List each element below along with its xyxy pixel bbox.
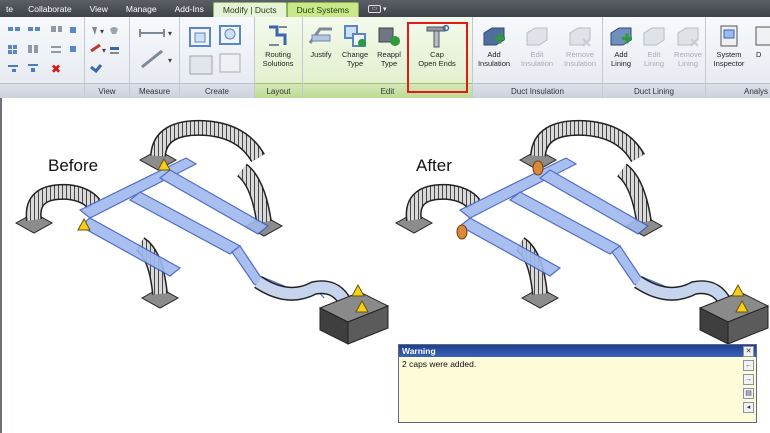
warning-dialog: Warning 2 caps were added. ✕ ← → ▤ ◂ bbox=[398, 344, 757, 423]
warning-dialog-controls: ✕ ← → ▤ ◂ bbox=[743, 346, 755, 422]
panel-measure-label: Measure bbox=[130, 83, 179, 98]
modify-tools-icons[interactable]: ✖ bbox=[6, 23, 82, 79]
change-type-icon bbox=[344, 25, 366, 47]
svg-text:▾: ▾ bbox=[168, 56, 172, 65]
ribbon-tab-bar: te Collaborate View Manage Add-Ins Modif… bbox=[0, 0, 770, 17]
svg-text:✖: ✖ bbox=[51, 62, 61, 76]
panel-duct-insulation-label: Duct Insulation bbox=[473, 83, 602, 98]
reapply-type-icon bbox=[378, 27, 400, 46]
warning-title: Warning bbox=[399, 345, 756, 357]
truncated-analysis-button[interactable]: D bbox=[752, 21, 770, 79]
panel-modify-label bbox=[0, 83, 84, 98]
edit-lining-icon bbox=[643, 27, 665, 46]
remove-insulation-icon bbox=[569, 27, 591, 47]
panel-duct-lining: Add Lining Edit Lining Remove Lining Duc… bbox=[603, 17, 706, 98]
panel-analysis: System Inspector D Analys bbox=[706, 17, 770, 98]
add-insulation-button[interactable]: Add Insulation bbox=[473, 21, 515, 79]
drawing-canvas[interactable]: Before After Warning 2 caps were added. … bbox=[0, 98, 770, 433]
tab-overflow[interactable]: ▭ ▾ bbox=[359, 0, 396, 17]
tab-truncated[interactable]: te bbox=[0, 0, 19, 17]
panel-analysis-label: Analys bbox=[706, 83, 770, 98]
justify-button[interactable]: Justify bbox=[303, 21, 339, 79]
tab-add-ins[interactable]: Add-Ins bbox=[166, 0, 213, 17]
reapply-type-button[interactable]: Reappl Type bbox=[371, 21, 407, 79]
remove-insulation-button[interactable]: Remove Insulation bbox=[559, 21, 601, 79]
previous-icon[interactable]: ← bbox=[743, 360, 754, 371]
routing-solutions-icon bbox=[269, 25, 287, 46]
svg-text:▾: ▾ bbox=[102, 46, 106, 55]
add-insulation-icon bbox=[483, 27, 505, 46]
panel-view-label: View bbox=[85, 83, 129, 98]
warning-message: 2 caps were added. bbox=[402, 359, 477, 369]
panel-view: ▾ ▾ View bbox=[85, 17, 130, 98]
tab-manage[interactable]: Manage bbox=[117, 0, 166, 17]
routing-solutions-button[interactable]: Routing Solutions bbox=[259, 21, 297, 79]
svg-text:▾: ▾ bbox=[100, 27, 104, 36]
truncated-analysis-icon bbox=[755, 26, 770, 46]
justify-icon bbox=[308, 27, 332, 44]
add-lining-button[interactable]: Add Lining bbox=[605, 21, 637, 79]
panel-measure: ▾ ▾ Measure bbox=[130, 17, 180, 98]
close-icon[interactable]: ✕ bbox=[743, 346, 754, 357]
next-icon[interactable]: → bbox=[743, 374, 754, 385]
remove-lining-button[interactable]: Remove Lining bbox=[671, 21, 705, 79]
tab-modify-ducts[interactable]: Modify | Ducts bbox=[212, 2, 287, 17]
change-type-button[interactable]: Change Type bbox=[337, 21, 373, 79]
window-dropdown-icon: ▭ bbox=[368, 4, 382, 13]
measure-icon[interactable]: ▾ ▾ bbox=[136, 25, 176, 77]
ribbon: ✖ ▾ ▾ View ▾ ▾ Measure Create Routing So… bbox=[0, 17, 770, 98]
panel-duct-lining-label: Duct Lining bbox=[603, 83, 705, 98]
view-tools-icons[interactable]: ▾ ▾ bbox=[88, 23, 128, 79]
remove-lining-icon bbox=[677, 27, 699, 47]
vav-box-icon bbox=[318, 291, 390, 345]
edit-lining-button[interactable]: Edit Lining bbox=[638, 21, 670, 79]
panel-layout: Routing Solutions Layout bbox=[255, 17, 303, 98]
add-lining-icon bbox=[610, 27, 632, 46]
vav-box-icon bbox=[698, 291, 770, 345]
panel-duct-insulation: Add Insulation Edit Insulation Remove In… bbox=[473, 17, 603, 98]
tab-view[interactable]: View bbox=[81, 0, 117, 17]
expand-icon[interactable]: ◂ bbox=[743, 402, 754, 413]
before-duct-layout bbox=[14, 119, 390, 345]
system-inspector-icon bbox=[720, 25, 738, 47]
edit-insulation-button[interactable]: Edit Insulation bbox=[517, 21, 557, 79]
create-tools-icons[interactable] bbox=[186, 22, 252, 78]
chevron-down-icon: ▾ bbox=[383, 5, 387, 13]
edit-insulation-icon bbox=[526, 27, 548, 46]
show-more-icon[interactable]: ▤ bbox=[743, 388, 754, 399]
panel-modify: ✖ bbox=[0, 17, 85, 98]
panel-layout-label: Layout bbox=[255, 83, 302, 98]
system-inspector-button[interactable]: System Inspector bbox=[710, 21, 748, 79]
svg-text:▾: ▾ bbox=[168, 29, 172, 38]
panel-create-label: Create bbox=[180, 83, 254, 98]
tab-collaborate[interactable]: Collaborate bbox=[19, 0, 80, 17]
panel-create: Create bbox=[180, 17, 255, 98]
tab-duct-systems[interactable]: Duct Systems bbox=[286, 2, 360, 17]
cap-open-ends-highlight bbox=[407, 22, 468, 93]
